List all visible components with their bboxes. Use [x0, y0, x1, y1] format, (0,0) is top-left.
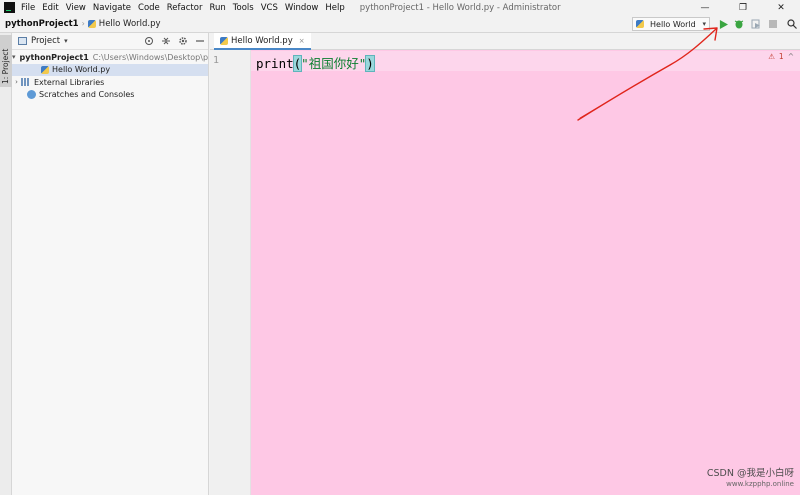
debug-icon[interactable]: [733, 18, 745, 30]
code-close-paren: ): [365, 55, 375, 72]
minimize-button[interactable]: —: [686, 0, 724, 15]
chevron-up-icon[interactable]: ^: [788, 52, 794, 61]
python-file-icon: [41, 65, 49, 74]
annotation-arrow: [577, 27, 718, 121]
warning-count: 1: [778, 52, 784, 61]
project-panel-title[interactable]: Project: [31, 36, 60, 46]
tab-label: Hello World.py: [231, 35, 293, 46]
hide-panel-icon[interactable]: [194, 35, 206, 47]
close-tab-icon[interactable]: ×: [299, 37, 305, 45]
menu-help[interactable]: Help: [325, 3, 344, 13]
menu-run[interactable]: Run: [209, 3, 225, 13]
menu-window[interactable]: Window: [285, 3, 319, 13]
tree-item-external-libraries[interactable]: › External Libraries: [12, 76, 208, 89]
locate-icon[interactable]: [143, 35, 155, 47]
project-view-icon: [18, 37, 27, 45]
python-file-icon: [220, 36, 228, 45]
close-window-button[interactable]: ✕: [762, 0, 800, 15]
restore-button[interactable]: ❐: [724, 0, 762, 15]
editor-gutter: 1: [210, 50, 251, 495]
python-file-icon: [87, 19, 96, 28]
scratches-icon: [27, 90, 36, 100]
code-line[interactable]: print("祖国你好"): [256, 53, 375, 72]
menu-bar: File Edit View Navigate Code Refactor Ru…: [0, 0, 800, 15]
tool-window-strip: 1: Project: [0, 33, 12, 495]
chevron-right-icon[interactable]: ›: [12, 78, 21, 86]
tree-item-hello-world[interactable]: Hello World.py: [12, 63, 208, 76]
coverage-icon[interactable]: [750, 18, 762, 30]
scratches-label: Scratches and Consoles: [39, 90, 135, 100]
project-panel-header: Project ▾: [12, 33, 208, 50]
window-title: pythonProject1 - Hello World.py - Admini…: [359, 2, 561, 13]
pycharm-logo-icon: [4, 2, 15, 13]
line-number: 1: [213, 55, 220, 66]
project-tab-label: 1: Project: [1, 48, 10, 84]
breadcrumb-file[interactable]: Hello World.py: [87, 18, 161, 29]
tab-hello-world[interactable]: Hello World.py ×: [214, 33, 311, 50]
menu-refactor[interactable]: Refactor: [167, 3, 203, 13]
warning-icon: ⚠: [768, 52, 775, 61]
chevron-down-icon[interactable]: ▾: [64, 37, 68, 45]
project-panel-toolbar: [143, 35, 206, 47]
breadcrumb-separator: ›: [81, 19, 85, 28]
window-controls: — ❐ ✕: [686, 0, 800, 15]
code-string: "祖国你好": [301, 56, 367, 71]
project-root-name: pythonProject1: [19, 52, 89, 62]
watermark-text: CSDN @我是小白呀: [706, 468, 794, 479]
menu-edit[interactable]: Edit: [42, 3, 58, 13]
menu-view[interactable]: View: [66, 3, 86, 13]
breadcrumb-project[interactable]: pythonProject1: [5, 19, 79, 29]
watermark: CSDN @我是小白呀 www.kzpphp.online: [707, 469, 794, 489]
menu-file[interactable]: File: [21, 3, 35, 13]
search-icon[interactable]: [786, 18, 798, 30]
menu-tools[interactable]: Tools: [233, 3, 254, 13]
library-icon: [21, 78, 30, 87]
collapse-all-icon[interactable]: [160, 35, 172, 47]
tree-item-scratches[interactable]: Scratches and Consoles: [12, 89, 208, 102]
stop-icon[interactable]: [767, 18, 779, 30]
file-name: Hello World.py: [52, 65, 111, 75]
chevron-down-icon[interactable]: ▾: [12, 53, 16, 61]
breadcrumb-file-label: Hello World.py: [98, 18, 161, 29]
gear-icon[interactable]: [177, 35, 189, 47]
menu-code[interactable]: Code: [138, 3, 160, 13]
watermark-url: www.kzpphp.online: [726, 480, 794, 488]
menu-navigate[interactable]: Navigate: [93, 3, 131, 13]
code-function: print: [256, 56, 294, 71]
tree-item-project-root[interactable]: ▾ pythonProject1 C:\Users\Windows\Deskto…: [12, 51, 208, 64]
project-root-path: C:\Users\Windows\Desktop\p: [92, 52, 209, 62]
inspection-widget[interactable]: ⚠ 1 ^: [768, 52, 794, 61]
project-panel: Project ▾ ▾ pythonProject1 C:\Users\Wind…: [12, 33, 209, 495]
external-libraries-label: External Libraries: [34, 77, 105, 87]
menu-vcs[interactable]: VCS: [261, 3, 278, 13]
project-tool-window-tab[interactable]: 1: Project: [0, 35, 12, 87]
text-cursor: [373, 58, 375, 71]
